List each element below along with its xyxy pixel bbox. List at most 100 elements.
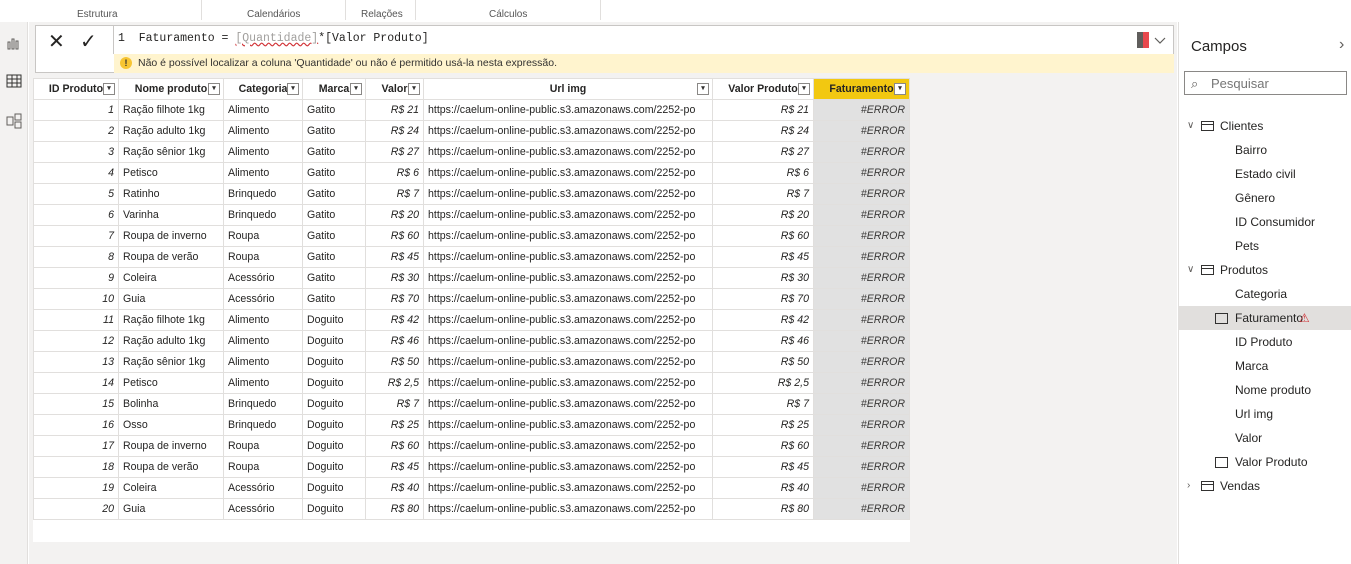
column-filter-icon[interactable]: ▾ bbox=[798, 83, 810, 95]
search-input[interactable] bbox=[1211, 75, 1341, 91]
table-cell[interactable]: 11 bbox=[33, 309, 119, 331]
table-cell[interactable]: 17 bbox=[33, 435, 119, 457]
table-cell[interactable]: R$ 7 bbox=[365, 393, 424, 415]
table-cell[interactable]: 20 bbox=[33, 498, 119, 520]
table-cell[interactable]: Doguito bbox=[302, 456, 366, 478]
model-view-icon[interactable] bbox=[5, 112, 23, 130]
table-cell[interactable]: Petisco bbox=[118, 162, 224, 184]
table-cell[interactable]: #ERROR bbox=[813, 477, 910, 499]
field-item[interactable]: Categoria bbox=[1179, 282, 1351, 306]
table-cell[interactable]: Gatito bbox=[302, 141, 366, 163]
table-cell[interactable]: 9 bbox=[33, 267, 119, 289]
table-cell[interactable]: Gatito bbox=[302, 99, 366, 121]
column-header[interactable]: Valor Produto ▾ bbox=[712, 78, 814, 100]
table-cell[interactable]: R$ 7 bbox=[712, 183, 814, 205]
table-node[interactable]: ∨ Produtos bbox=[1179, 258, 1351, 282]
table-cell[interactable]: Gatito bbox=[302, 120, 366, 142]
column-header[interactable]: Valor ▾ bbox=[365, 78, 424, 100]
column-filter-icon[interactable]: ▾ bbox=[697, 83, 709, 95]
table-cell[interactable]: Gatito bbox=[302, 204, 366, 226]
table-cell[interactable]: https://caelum-online-public.s3.amazonaw… bbox=[423, 372, 713, 394]
table-cell[interactable]: R$ 60 bbox=[365, 435, 424, 457]
table-cell[interactable]: Gatito bbox=[302, 162, 366, 184]
table-cell[interactable]: Coleira bbox=[118, 477, 224, 499]
table-cell[interactable]: 13 bbox=[33, 351, 119, 373]
table-cell[interactable]: R$ 30 bbox=[365, 267, 424, 289]
commit-icon[interactable]: ✓ bbox=[80, 29, 97, 54]
table-cell[interactable]: Guia bbox=[118, 288, 224, 310]
table-cell[interactable]: Ratinho bbox=[118, 183, 224, 205]
table-cell[interactable]: 2 bbox=[33, 120, 119, 142]
data-view-icon[interactable] bbox=[5, 72, 23, 90]
table-cell[interactable]: 10 bbox=[33, 288, 119, 310]
table-cell[interactable]: R$ 45 bbox=[712, 246, 814, 268]
table-cell[interactable]: https://caelum-online-public.s3.amazonaw… bbox=[423, 141, 713, 163]
table-cell[interactable]: #ERROR bbox=[813, 351, 910, 373]
field-item[interactable]: ID Produto bbox=[1179, 330, 1351, 354]
table-cell[interactable]: 5 bbox=[33, 183, 119, 205]
table-cell[interactable]: Doguito bbox=[302, 477, 366, 499]
field-item[interactable]: Estado civil bbox=[1179, 162, 1351, 186]
table-cell[interactable]: https://caelum-online-public.s3.amazonaw… bbox=[423, 330, 713, 352]
table-cell[interactable]: R$ 40 bbox=[712, 477, 814, 499]
table-cell[interactable]: R$ 60 bbox=[712, 435, 814, 457]
table-cell[interactable]: Roupa de verão bbox=[118, 456, 224, 478]
table-cell[interactable]: #ERROR bbox=[813, 267, 910, 289]
table-cell[interactable]: R$ 20 bbox=[712, 204, 814, 226]
table-cell[interactable]: Coleira bbox=[118, 267, 224, 289]
table-cell[interactable]: Alimento bbox=[223, 120, 303, 142]
field-item[interactable]: Pets bbox=[1179, 234, 1351, 258]
table-cell[interactable]: Alimento bbox=[223, 162, 303, 184]
field-item[interactable]: Valor bbox=[1179, 426, 1351, 450]
table-cell[interactable]: Brinquedo bbox=[223, 393, 303, 415]
field-item[interactable]: Marca bbox=[1179, 354, 1351, 378]
table-cell[interactable]: R$ 80 bbox=[365, 498, 424, 520]
report-view-icon[interactable] bbox=[5, 34, 23, 52]
field-item[interactable]: Gênero bbox=[1179, 186, 1351, 210]
table-cell[interactable]: #ERROR bbox=[813, 183, 910, 205]
table-cell[interactable]: Ração filhote 1kg bbox=[118, 99, 224, 121]
table-cell[interactable]: R$ 2,5 bbox=[365, 372, 424, 394]
table-cell[interactable]: R$ 42 bbox=[712, 309, 814, 331]
table-cell[interactable]: Alimento bbox=[223, 372, 303, 394]
table-cell[interactable]: Roupa de verão bbox=[118, 246, 224, 268]
table-cell[interactable]: #ERROR bbox=[813, 162, 910, 184]
table-cell[interactable]: #ERROR bbox=[813, 435, 910, 457]
table-cell[interactable]: Roupa bbox=[223, 246, 303, 268]
formula-bar[interactable]: ✕ ✓ 1 Faturamento = [Quantidade]*[Valor … bbox=[35, 25, 1174, 73]
table-cell[interactable]: https://caelum-online-public.s3.amazonaw… bbox=[423, 351, 713, 373]
column-filter-icon[interactable]: ▾ bbox=[208, 83, 220, 95]
table-cell[interactable]: #ERROR bbox=[813, 414, 910, 436]
table-cell[interactable]: Roupa bbox=[223, 225, 303, 247]
table-cell[interactable]: https://caelum-online-public.s3.amazonaw… bbox=[423, 456, 713, 478]
table-cell[interactable]: R$ 27 bbox=[365, 141, 424, 163]
table-cell[interactable]: Doguito bbox=[302, 435, 366, 457]
table-cell[interactable]: Petisco bbox=[118, 372, 224, 394]
formula-editor[interactable]: 1 Faturamento = [Quantidade]*[Valor Prod… bbox=[118, 32, 429, 45]
table-cell[interactable]: Ração adulto 1kg bbox=[118, 120, 224, 142]
table-cell[interactable]: R$ 70 bbox=[365, 288, 424, 310]
table-cell[interactable]: 14 bbox=[33, 372, 119, 394]
table-cell[interactable]: #ERROR bbox=[813, 309, 910, 331]
table-cell[interactable]: R$ 70 bbox=[712, 288, 814, 310]
table-cell[interactable]: Gatito bbox=[302, 183, 366, 205]
table-cell[interactable]: https://caelum-online-public.s3.amazonaw… bbox=[423, 393, 713, 415]
field-item[interactable]: Valor Produto bbox=[1179, 450, 1351, 474]
table-cell[interactable]: Brinquedo bbox=[223, 204, 303, 226]
table-cell[interactable]: #ERROR bbox=[813, 288, 910, 310]
table-cell[interactable]: R$ 25 bbox=[365, 414, 424, 436]
column-filter-icon[interactable]: ▾ bbox=[408, 83, 420, 95]
table-cell[interactable]: R$ 46 bbox=[365, 330, 424, 352]
table-cell[interactable]: #ERROR bbox=[813, 99, 910, 121]
column-header[interactable]: Faturamento ▾ bbox=[813, 78, 910, 100]
table-cell[interactable]: 18 bbox=[33, 456, 119, 478]
table-cell[interactable]: Alimento bbox=[223, 330, 303, 352]
table-cell[interactable]: Brinquedo bbox=[223, 414, 303, 436]
table-cell[interactable]: 15 bbox=[33, 393, 119, 415]
table-cell[interactable]: Doguito bbox=[302, 351, 366, 373]
column-header[interactable]: Categoria ▾ bbox=[223, 78, 303, 100]
table-cell[interactable]: https://caelum-online-public.s3.amazonaw… bbox=[423, 435, 713, 457]
table-cell[interactable]: #ERROR bbox=[813, 330, 910, 352]
column-filter-icon[interactable]: ▾ bbox=[287, 83, 299, 95]
table-cell[interactable]: R$ 24 bbox=[365, 120, 424, 142]
